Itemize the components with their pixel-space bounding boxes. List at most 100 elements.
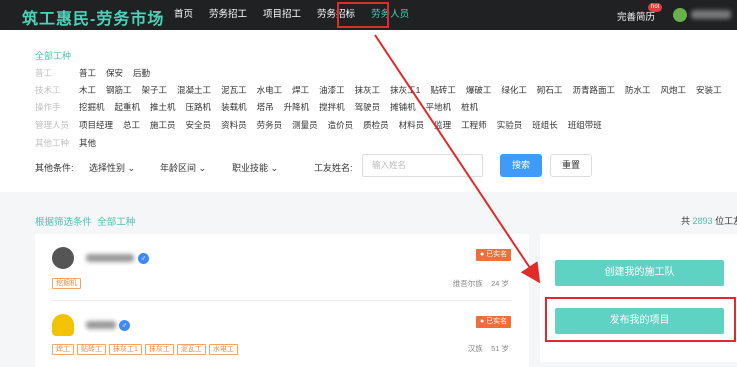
user-avatar[interactable]: [673, 8, 687, 22]
category-name[interactable]: 管理人员: [35, 119, 79, 131]
category-item[interactable]: 桩机: [461, 101, 478, 113]
category-item[interactable]: 资料员: [221, 119, 247, 131]
ethnicity: 维吾尔族: [452, 279, 483, 288]
category-item[interactable]: 项目经理: [79, 119, 113, 131]
worker-name-input[interactable]: 输入姓名: [362, 154, 483, 177]
skill-tag: 泥瓦工: [176, 344, 206, 355]
chevron-down-icon: ⌄: [127, 163, 136, 173]
person-icon: ●: [480, 251, 485, 258]
category-item[interactable]: 总工: [123, 119, 140, 131]
skill-tag: 贴砖工: [77, 344, 106, 355]
category-item[interactable]: 材料员: [399, 119, 425, 131]
category-item[interactable]: 工程师: [461, 119, 487, 131]
category-item[interactable]: 风炮工: [660, 84, 686, 96]
category-item[interactable]: 抹灰工1: [390, 84, 420, 96]
count-prefix: 共: [681, 216, 691, 226]
site-logo[interactable]: 筑工惠民-劳务市场: [22, 5, 164, 29]
category-name[interactable]: 其他工种: [35, 137, 79, 149]
category-item[interactable]: 搅拌机: [319, 101, 345, 113]
hot-badge: hot: [648, 3, 663, 12]
category-item[interactable]: 爆破工: [466, 84, 492, 96]
nav-labor-recruit[interactable]: 劳务招工: [201, 0, 255, 30]
category-name[interactable]: 操作手: [35, 101, 79, 113]
age: 51 岁: [491, 344, 509, 353]
category-item[interactable]: 测量员: [292, 119, 318, 131]
category-item[interactable]: 其他: [79, 137, 96, 149]
nav-project-recruit[interactable]: 项目招工: [255, 0, 309, 30]
category-item[interactable]: 钢筋工: [106, 84, 132, 96]
category-item[interactable]: 架子工: [142, 84, 168, 96]
category-item[interactable]: 普工: [79, 67, 96, 79]
category-item[interactable]: 平地机: [426, 101, 452, 113]
filter-panel: 全部工种 普工 普工 保安 后勤 技术工 木工 钢筋工 架子工 混凝土工 泥瓦工 水电工 焊工 油漆工抹…: [0, 30, 737, 192]
age-range-dropdown[interactable]: 年龄区间 ⌄: [160, 161, 206, 174]
category-item[interactable]: 起重机: [115, 101, 141, 113]
category-item[interactable]: 抹灰工: [355, 84, 381, 96]
gender-dropdown[interactable]: 选择性别 ⌄: [89, 161, 135, 174]
category-item[interactable]: 安全员: [186, 119, 212, 131]
filter-breadcrumb: 根据筛选条件 全部工种: [35, 214, 135, 228]
category-item[interactable]: 班组长: [532, 119, 558, 131]
category-name[interactable]: 技术工: [35, 84, 79, 96]
category-item[interactable]: 质检员: [363, 119, 389, 131]
category-item[interactable]: 保安: [106, 67, 123, 79]
category-item[interactable]: 贴砖工: [430, 84, 456, 96]
age: 24 岁: [491, 279, 509, 288]
skill-dropdown[interactable]: 职业技能 ⌄: [232, 161, 278, 174]
category-item[interactable]: 后勤: [133, 67, 150, 79]
nav-home[interactable]: 首页: [166, 0, 201, 30]
crumb-value[interactable]: 全部工种: [97, 217, 135, 228]
category-item[interactable]: 挖掘机: [79, 101, 105, 113]
category-item[interactable]: 班组带班: [568, 119, 602, 131]
worker-count: 共 2893 位工友: [681, 214, 737, 227]
category-item[interactable]: 驾驶员: [355, 101, 381, 113]
category-name[interactable]: 普工: [35, 67, 79, 79]
category-item[interactable]: 实验员: [497, 119, 523, 131]
avatar: [52, 247, 74, 269]
category-item[interactable]: 压路机: [186, 101, 212, 113]
search-button[interactable]: 搜索: [500, 154, 542, 177]
category-item[interactable]: 混凝土工: [177, 84, 211, 96]
all-types-link[interactable]: 全部工种: [35, 49, 71, 62]
worker-meta: 汉族 51 岁: [468, 343, 509, 354]
worker-card[interactable]: ♂ ● 已实名 挖掘机 维吾尔族 24 岁: [35, 234, 529, 299]
category-row: 操作手 挖掘机 起重机 推土机 压路机 装载机 塔吊 升降机 搅拌机 驾驶员 摊铺机 平地机 桩机: [35, 101, 488, 113]
category-item[interactable]: 升降机: [284, 101, 310, 113]
category-row: 技术工 木工 钢筋工 架子工 混凝土工 泥瓦工 水电工 焊工 油漆工 抹灰工 抹灰工1 贴砖工 爆破工绿…: [35, 84, 732, 96]
worker-card[interactable]: ♂ ● 已实名 焊工 贴砖工 抹灰工1 抹灰工 泥瓦工 水电工 汉族 51 岁: [35, 301, 529, 367]
crumb-prefix: 根据筛选条件: [35, 217, 93, 228]
chevron-down-icon: ⌄: [270, 163, 279, 173]
verified-badge: ● 已实名: [476, 316, 512, 328]
skill-tags: 挖掘机: [52, 278, 84, 289]
category-item[interactable]: 防水工: [625, 84, 651, 96]
count-suffix: 位工友: [715, 216, 737, 226]
worker-list: ♂ ● 已实名 挖掘机 维吾尔族 24 岁 ♂ ● 已实名 焊工 贴砖工 抹灰工1 抹…: [35, 234, 529, 367]
count-number: 2893: [692, 216, 713, 226]
skill-tag: 挖掘机: [52, 278, 81, 289]
skill-tags: 焊工 贴砖工 抹灰工1 抹灰工 泥瓦工 水电工: [52, 344, 241, 355]
category-item[interactable]: 沥青路面工: [572, 84, 615, 96]
category-item[interactable]: 泥瓦工: [221, 84, 247, 96]
category-item[interactable]: 施工员: [150, 119, 176, 131]
category-item[interactable]: 木工: [79, 84, 96, 96]
category-item[interactable]: 砌石工: [537, 84, 563, 96]
category-row: 管理人员 项目经理 总工 施工员 安全员 资料员 劳务员 测量员 造价员 质检员 材料员 监理 工程师实…: [35, 119, 612, 131]
category-item[interactable]: 绿化工: [501, 84, 527, 96]
reset-button[interactable]: 重置: [550, 154, 592, 177]
category-item[interactable]: 油漆工: [319, 84, 345, 96]
category-item[interactable]: 装载机: [221, 101, 247, 113]
user-name-blurred[interactable]: [691, 10, 731, 19]
conditions-label: 其他条件:: [35, 163, 74, 173]
category-item[interactable]: 监理: [434, 119, 451, 131]
category-item[interactable]: 劳务员: [257, 119, 283, 131]
worker-name-label: 工友姓名:: [314, 163, 353, 173]
category-item[interactable]: 推土机: [150, 101, 176, 113]
category-item[interactable]: 水电工: [257, 84, 283, 96]
create-team-button[interactable]: 创建我的施工队: [555, 260, 724, 286]
category-item[interactable]: 造价员: [328, 119, 354, 131]
category-item[interactable]: 安装工: [696, 84, 722, 96]
category-item[interactable]: 焊工: [292, 84, 309, 96]
category-item[interactable]: 塔吊: [257, 101, 274, 113]
category-item[interactable]: 摊铺机: [390, 101, 416, 113]
verified-label: 已实名: [486, 251, 508, 258]
